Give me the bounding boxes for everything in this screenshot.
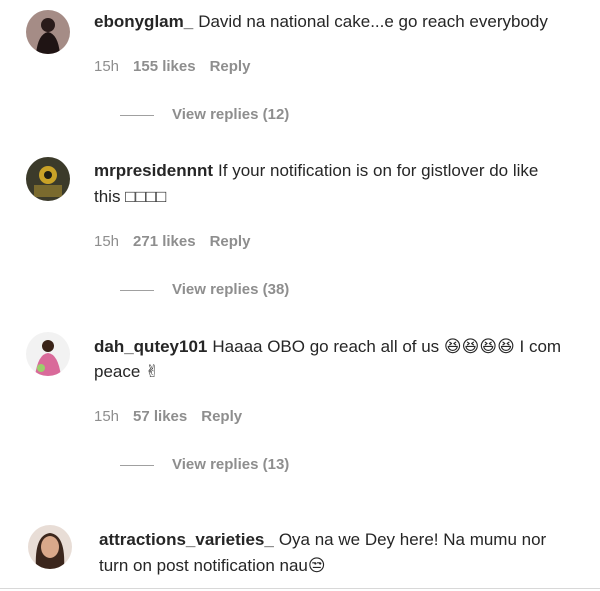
- avatar[interactable]: [26, 332, 70, 376]
- comment-time: 15h: [94, 233, 120, 250]
- comment-username[interactable]: mrpresidennnt: [94, 161, 213, 180]
- comment-time: 15h: [94, 58, 120, 75]
- comment-meta: 15h 271 likes Reply: [94, 233, 264, 250]
- divider: [0, 588, 600, 589]
- comment-meta: 15h 57 likes Reply: [94, 408, 256, 425]
- avatar[interactable]: [26, 157, 70, 201]
- comment-likes[interactable]: 155 likes: [133, 58, 196, 75]
- comment-username[interactable]: ebonyglam_: [94, 12, 193, 31]
- view-replies-button[interactable]: View replies (12): [120, 106, 289, 123]
- view-replies-label[interactable]: View replies (12): [172, 106, 289, 123]
- comment-body: If your notification is on for gistlover…: [218, 161, 539, 180]
- user-avatar-icon: [26, 157, 70, 201]
- comment-text: mrpresidennnt If your notification is on …: [94, 158, 538, 183]
- comment-text: dah_qutey101 Haaaa OBO go reach all of us…: [94, 334, 561, 359]
- comment-text: ebonyglam_ David na national cake...e go …: [94, 9, 548, 34]
- replies-divider: [120, 464, 154, 466]
- comment-username[interactable]: dah_qutey101: [94, 337, 207, 356]
- comment-body-line2: this □□□□: [94, 187, 167, 206]
- comment-likes[interactable]: 271 likes: [133, 233, 196, 250]
- user-avatar-icon: [26, 332, 70, 376]
- comment-text-continued: peace ✌: [94, 359, 159, 384]
- comment-body-line2: turn on post notification nau😒: [99, 556, 326, 575]
- view-replies-label[interactable]: View replies (13): [172, 456, 289, 473]
- reply-button[interactable]: Reply: [210, 233, 251, 250]
- comment-text: attractions_varieties_ Oya na we Dey here…: [99, 527, 546, 552]
- comments-feed: ebonyglam_ David na national cake...e go …: [0, 0, 600, 591]
- comment-body: Haaaa OBO go reach all of us 😆😆😆😆 I com: [212, 337, 562, 356]
- replies-divider: [120, 289, 154, 291]
- view-replies-label[interactable]: View replies (38): [172, 281, 289, 298]
- comment-meta: 15h 155 likes Reply: [94, 58, 264, 75]
- comment-body: Oya na we Dey here! Na mumu nor: [278, 530, 547, 549]
- replies-divider: [120, 114, 154, 116]
- comment-body-line2: peace ✌: [94, 362, 160, 381]
- user-avatar-icon: [26, 10, 70, 54]
- comment-text-continued: this □□□□: [94, 184, 166, 209]
- comment-time: 15h: [94, 408, 120, 425]
- view-replies-button[interactable]: View replies (38): [120, 281, 289, 298]
- reply-button[interactable]: Reply: [201, 408, 242, 425]
- comment-body: David na national cake...e go reach ever…: [198, 12, 548, 31]
- user-avatar-icon: [28, 525, 72, 569]
- reply-button[interactable]: Reply: [210, 58, 251, 75]
- comment-text-continued: turn on post notification nau😒: [99, 553, 326, 578]
- view-replies-button[interactable]: View replies (13): [120, 456, 289, 473]
- comment-likes[interactable]: 57 likes: [133, 408, 187, 425]
- avatar[interactable]: [28, 525, 72, 569]
- avatar[interactable]: [26, 10, 70, 54]
- comment-username[interactable]: attractions_varieties_: [99, 530, 274, 549]
